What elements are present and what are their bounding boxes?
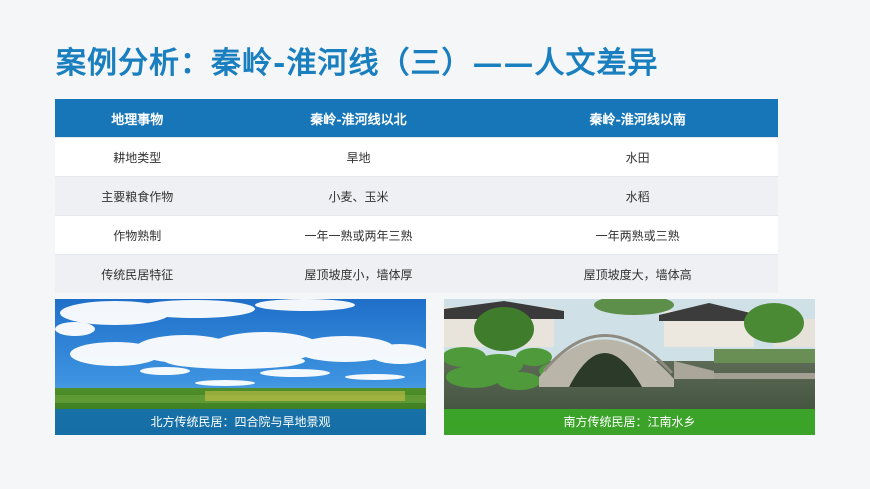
table-cell: 作物熟制: [55, 215, 220, 255]
table-cell: 水稻: [497, 176, 778, 216]
table-cell: 耕地类型: [55, 137, 220, 177]
table-cell: 屋顶坡度大，墙体高: [497, 254, 778, 293]
header-cell: 地理事物: [55, 99, 220, 138]
table-cell: 传统民居特征: [55, 254, 220, 293]
table-cell: 主要粮食作物: [55, 176, 220, 216]
table-header-row: 地理事物 秦岭-淮河线以北 秦岭-淮河线以南: [55, 99, 778, 138]
table-row: 耕地类型 旱地 水田: [55, 137, 778, 177]
header-cell: 秦岭-淮河线以北: [219, 99, 498, 138]
table-row: 主要粮食作物 小麦、玉米 水稻: [55, 176, 778, 216]
north-landscape-photo: 北方传统民居：四合院与旱地景观: [55, 299, 426, 435]
table-cell: 一年两熟或三熟: [497, 215, 778, 255]
table-cell: 小麦、玉米: [219, 176, 498, 216]
table-row: 作物熟制 一年一熟或两年三熟 一年两熟或三熟: [55, 215, 778, 255]
header-cell: 秦岭-淮河线以南: [497, 99, 778, 138]
table-row: 传统民居特征 屋顶坡度小，墙体厚 屋顶坡度大，墙体高: [55, 254, 778, 293]
table-cell: 一年一熟或两年三熟: [219, 215, 498, 255]
table-cell: 水田: [497, 137, 778, 177]
page-title: 案例分析：秦岭-淮河线（三）——人文差异: [56, 46, 659, 81]
north-photo-caption: 北方传统民居：四合院与旱地景观: [55, 409, 426, 435]
table-cell: 旱地: [219, 137, 498, 177]
table-cell: 屋顶坡度小，墙体厚: [219, 254, 498, 293]
comparison-table: 地理事物 秦岭-淮河线以北 秦岭-淮河线以南 耕地类型 旱地 水田 主要粮食作物…: [55, 99, 778, 293]
south-watertown-photo: 南方传统民居：江南水乡: [444, 299, 815, 435]
south-photo-caption: 南方传统民居：江南水乡: [444, 409, 815, 435]
